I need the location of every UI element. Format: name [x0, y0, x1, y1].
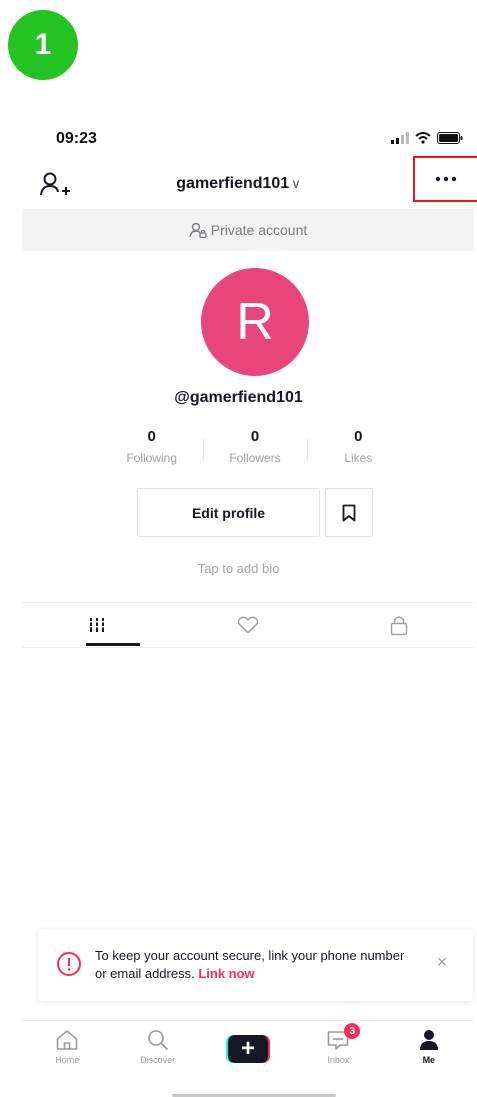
- tab-label: Me: [422, 1055, 436, 1065]
- favorites-button[interactable]: [325, 488, 373, 537]
- tab-discover[interactable]: Discover: [112, 1021, 202, 1076]
- status-bar: 09:23: [0, 126, 477, 154]
- profile-handle: @gamerfiend101: [174, 389, 303, 406]
- stat-following[interactable]: 0 Following: [100, 428, 203, 474]
- private-account-label: Private account: [210, 222, 308, 238]
- private-account-banner: Private account: [22, 209, 474, 251]
- heart-icon: [237, 616, 259, 634]
- battery-icon: [437, 132, 463, 144]
- status-time: 09:23: [56, 130, 97, 147]
- active-tab-indicator: [86, 643, 140, 646]
- account-security-toast: To keep your account secure, link your p…: [38, 929, 473, 1001]
- chevron-down-icon: ∨: [291, 176, 301, 191]
- stat-value: 0: [354, 428, 363, 445]
- bottom-tab-bar: Home Discover + 3 Inbox Me: [22, 1020, 474, 1076]
- avatar[interactable]: R: [201, 268, 309, 376]
- signal-icon: [391, 132, 409, 144]
- tab-create[interactable]: +: [203, 1021, 293, 1076]
- create-plus-icon: +: [226, 1035, 271, 1063]
- tab-home[interactable]: Home: [22, 1021, 112, 1076]
- step-number-badge: 1: [8, 10, 78, 80]
- stat-label: Followers: [229, 451, 281, 465]
- tab-me[interactable]: Me: [384, 1021, 474, 1076]
- stat-label: Likes: [344, 451, 373, 465]
- profile-header: gamerfiend101 ∨: [0, 156, 477, 208]
- add-bio-prompt[interactable]: Tap to add bio: [0, 561, 477, 576]
- stat-followers[interactable]: 0 Followers: [203, 428, 306, 474]
- inbox-badge: 3: [344, 1023, 361, 1039]
- more-dots-icon: [435, 176, 457, 182]
- stat-value: 0: [250, 428, 260, 445]
- profile-stats: 0 Following 0 Followers 0 Likes: [100, 428, 410, 474]
- home-icon: [56, 1030, 78, 1050]
- videos-grid-icon: [88, 618, 107, 632]
- wifi-icon: [415, 132, 431, 144]
- tab-label: Home: [55, 1055, 80, 1065]
- toast-message: To keep your account secure, link your p…: [95, 947, 415, 983]
- username-dropdown[interactable]: gamerfiend101 ∨: [0, 175, 477, 193]
- stat-label: Following: [126, 451, 178, 465]
- close-icon[interactable]: ×: [431, 951, 453, 973]
- tab-videos[interactable]: [22, 603, 173, 647]
- link-now-link[interactable]: Link now: [198, 966, 254, 981]
- stat-likes[interactable]: 0 Likes: [306, 428, 410, 474]
- username-label: gamerfiend101: [176, 175, 290, 192]
- content-tabs: [22, 602, 474, 648]
- avatar-letter: R: [236, 293, 274, 351]
- search-icon: [147, 1030, 168, 1050]
- alert-icon: [57, 952, 81, 976]
- tab-private[interactable]: [323, 603, 474, 647]
- tab-label: Discover: [140, 1055, 176, 1065]
- more-options-button[interactable]: [413, 156, 477, 202]
- stat-value: 0: [147, 428, 156, 445]
- private-person-icon: [189, 222, 207, 238]
- lock-icon: [390, 616, 407, 636]
- profile-icon: [419, 1030, 438, 1050]
- bookmark-icon: [342, 504, 356, 521]
- status-icons: [391, 132, 463, 144]
- tab-liked[interactable]: [173, 603, 324, 647]
- edit-profile-button[interactable]: Edit profile: [137, 488, 320, 537]
- tab-inbox[interactable]: 3 Inbox: [293, 1021, 383, 1076]
- tab-label: Inbox: [327, 1055, 350, 1065]
